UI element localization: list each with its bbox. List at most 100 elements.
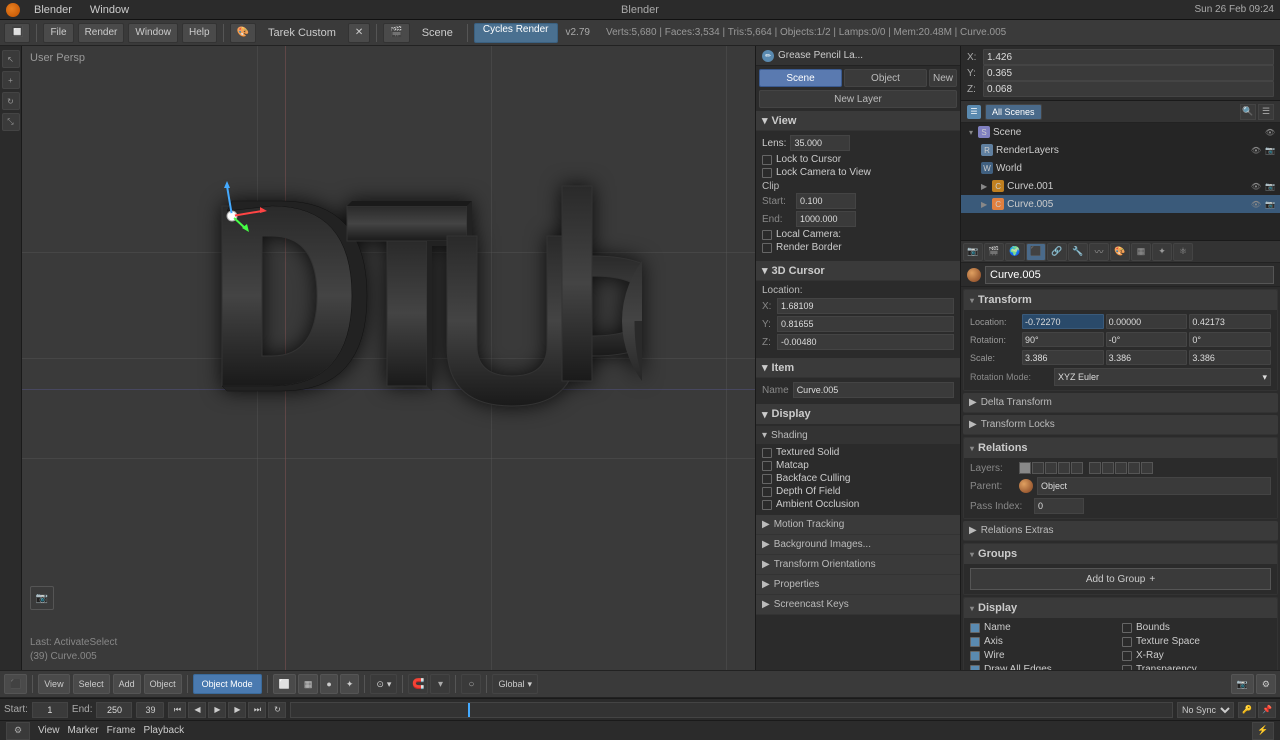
layer-box-2[interactable]: [1032, 462, 1044, 474]
render-engine-btn[interactable]: Cycles Render: [474, 23, 558, 43]
outliner-item-renderlayers[interactable]: R RenderLayers 👁 📷: [961, 141, 1280, 159]
c001-eye-icon[interactable]: 👁: [1250, 180, 1262, 192]
prop-tab-material[interactable]: 🎨: [1110, 243, 1130, 261]
viewport-settings-btn[interactable]: ⚙: [1256, 674, 1276, 694]
outliner-search-btn[interactable]: 🔍: [1240, 104, 1256, 120]
menu-window[interactable]: Window: [86, 4, 133, 16]
status-frame[interactable]: Frame: [107, 725, 136, 736]
gp-scene-tab[interactable]: Scene: [759, 69, 842, 87]
rot-z-input[interactable]: [1189, 332, 1271, 347]
tl-prev-frame[interactable]: ◀: [188, 702, 206, 718]
rotation-mode-dropdown[interactable]: XYZ Euler ▾: [1054, 368, 1271, 386]
transform-section-header[interactable]: ▾ Transform: [964, 290, 1277, 310]
viewport-camera-btn[interactable]: 📷: [1231, 674, 1254, 694]
cursor-x-input[interactable]: [777, 298, 954, 314]
display-texspace-cb[interactable]: [1122, 637, 1132, 647]
outliner-item-curve005[interactable]: ▶ C Curve.005 👁 📷: [961, 195, 1280, 213]
bg-images-section[interactable]: ▶ Background Images...: [756, 535, 960, 555]
proportional-btn[interactable]: ○: [461, 674, 481, 694]
global-dropdown[interactable]: Global ▾: [492, 674, 538, 694]
display-xray-cb[interactable]: [1122, 651, 1132, 661]
viewport-type-btn[interactable]: ⬛: [4, 674, 27, 694]
clip-end-input[interactable]: [796, 211, 856, 227]
prop-tab-data[interactable]: 〰: [1089, 243, 1109, 261]
loc-z-input[interactable]: [1189, 314, 1271, 329]
cursor-z-input[interactable]: [777, 334, 954, 350]
file-menu[interactable]: File: [43, 23, 73, 43]
prop-tab-object[interactable]: ⬛: [1026, 243, 1046, 261]
gp-object-tab[interactable]: Object: [844, 69, 927, 87]
loc-x-input[interactable]: [1022, 314, 1104, 329]
relations-extras-section[interactable]: ▶ Relations Extras: [963, 521, 1278, 541]
c001-render-icon[interactable]: 📷: [1264, 180, 1276, 192]
dof-cb[interactable]: [762, 487, 772, 497]
display-drawedges-cb[interactable]: [970, 665, 980, 671]
c005-eye-icon[interactable]: 👁: [1250, 198, 1262, 210]
parent-dropdown[interactable]: Object: [1037, 477, 1271, 495]
layer-box-1[interactable]: [1019, 462, 1031, 474]
snap-options[interactable]: ▾: [430, 674, 450, 694]
matcap-cb[interactable]: [762, 461, 772, 471]
transform-locks-section[interactable]: ▶ Transform Locks: [963, 415, 1278, 435]
add-to-group-btn[interactable]: Add to Group +: [970, 568, 1271, 590]
snap-toggle[interactable]: 🧲: [408, 674, 428, 694]
layer-box-6[interactable]: [1089, 462, 1101, 474]
workspace-icons[interactable]: 🎨: [230, 23, 256, 43]
tl-start-input[interactable]: [32, 702, 68, 718]
layer-box-4[interactable]: [1058, 462, 1070, 474]
motion-tracking-section[interactable]: ▶ Motion Tracking: [756, 515, 960, 535]
groups-section-header[interactable]: ▾ Groups: [964, 544, 1277, 564]
prop-tab-modifiers[interactable]: 🔧: [1068, 243, 1088, 261]
lens-input[interactable]: [790, 135, 850, 151]
tl-pin-btn[interactable]: 📌: [1258, 702, 1276, 718]
workspace-close[interactable]: ✕: [348, 23, 370, 43]
window-menu[interactable]: Window: [128, 23, 178, 43]
rot-y-input[interactable]: [1106, 332, 1188, 347]
render-border-cb[interactable]: [762, 243, 772, 253]
gp-new-layer-btn[interactable]: New Layer: [759, 90, 957, 108]
tool-scale[interactable]: ⤡: [2, 113, 20, 131]
object-btn[interactable]: Object: [144, 674, 182, 694]
layer-box-8[interactable]: [1115, 462, 1127, 474]
rl-render-icon[interactable]: 📷: [1264, 144, 1276, 156]
wire-shading-btn[interactable]: ▦: [298, 674, 319, 694]
prop-tab-constraints[interactable]: 🔗: [1047, 243, 1067, 261]
coord-x-input[interactable]: [983, 49, 1274, 65]
clip-start-input[interactable]: [796, 193, 856, 209]
delta-transform-section[interactable]: ▶ Delta Transform: [963, 393, 1278, 413]
status-view[interactable]: View: [38, 725, 60, 736]
display-axis-cb[interactable]: [970, 637, 980, 647]
scale-y-input[interactable]: [1106, 350, 1188, 365]
shading-section-header[interactable]: ▾ Shading: [756, 426, 960, 444]
blender-logo-icon[interactable]: [6, 3, 20, 17]
item-section-header[interactable]: ▾ Item: [756, 358, 960, 378]
scale-z-input[interactable]: [1189, 350, 1271, 365]
display-section-header[interactable]: ▾ Display: [756, 404, 960, 424]
tl-loop[interactable]: ↻: [268, 702, 286, 718]
object-mode-btn[interactable]: Object Mode: [193, 674, 262, 694]
tl-end-input[interactable]: [96, 702, 132, 718]
layer-box-5[interactable]: [1071, 462, 1083, 474]
tl-keyframe-btn[interactable]: 🔑: [1238, 702, 1256, 718]
rl-eye-icon[interactable]: 👁: [1250, 144, 1262, 156]
scale-x-input[interactable]: [1022, 350, 1104, 365]
display-bounds-cb[interactable]: [1122, 623, 1132, 633]
outliner-filter-btn[interactable]: ☰: [1258, 104, 1274, 120]
textured-solid-cb[interactable]: [762, 448, 772, 458]
backface-cb[interactable]: [762, 474, 772, 484]
cursor-section-header[interactable]: ▾ 3D Cursor: [756, 261, 960, 281]
prop-tab-particles[interactable]: ✦: [1152, 243, 1172, 261]
scene-icon[interactable]: 🎬: [383, 23, 409, 43]
status-playback[interactable]: Playback: [144, 725, 185, 736]
cursor-y-input[interactable]: [777, 316, 954, 332]
object-name-field[interactable]: [985, 266, 1274, 284]
coord-z-input[interactable]: [983, 81, 1274, 97]
transform-orient-section[interactable]: ▶ Transform Orientations: [756, 555, 960, 575]
render-shading-btn[interactable]: ✦: [340, 674, 360, 694]
lock-camera-cb[interactable]: [762, 168, 772, 178]
display-transparency-cb[interactable]: [1122, 665, 1132, 671]
render-menu[interactable]: Render: [78, 23, 125, 43]
material-shading-btn[interactable]: ●: [320, 674, 337, 694]
relations-section-header[interactable]: ▾ Relations: [964, 438, 1277, 458]
pass-index-input[interactable]: [1034, 498, 1084, 514]
